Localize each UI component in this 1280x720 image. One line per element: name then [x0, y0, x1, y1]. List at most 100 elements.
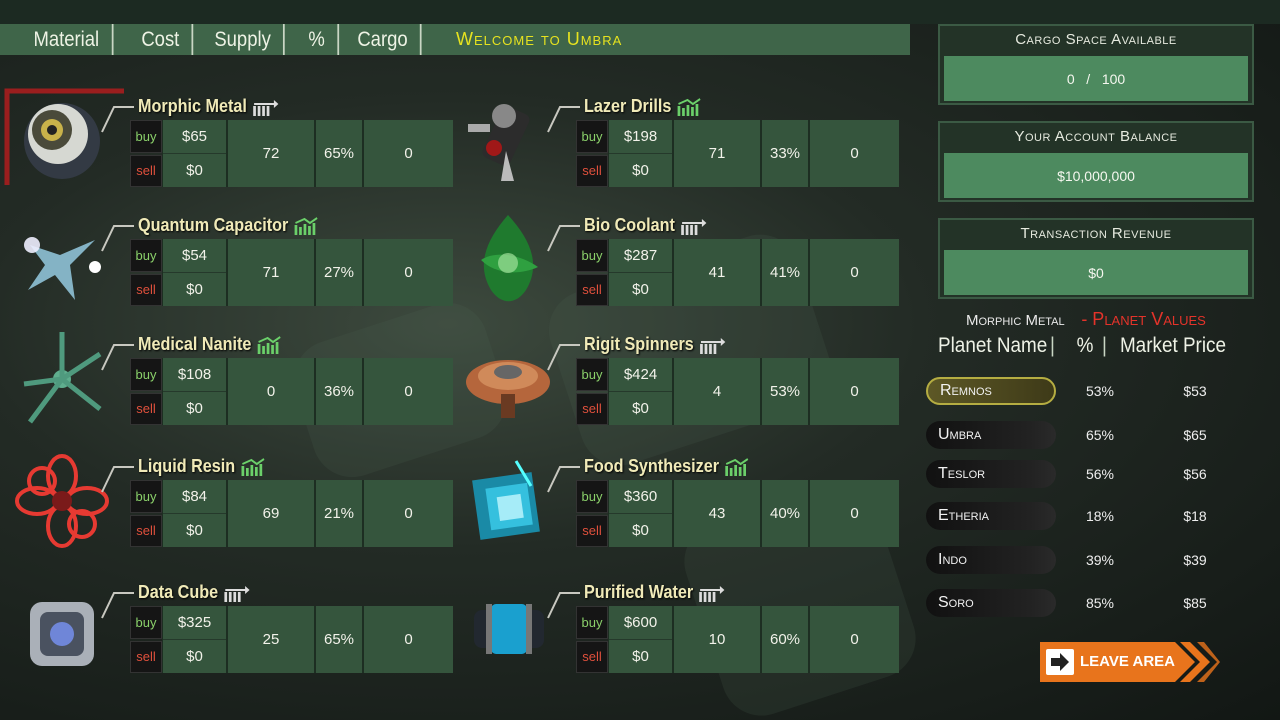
sell-button[interactable]: sell: [576, 640, 608, 673]
planet-name-button[interactable]: Umbra: [926, 421, 1056, 449]
material-row: buy sell $424 $0 4 53% 0: [576, 358, 901, 425]
buy-button[interactable]: buy: [130, 606, 162, 639]
balance-panel: Your Account Balance $10,000,000: [938, 121, 1254, 202]
material-item: Morphic Metal buy sell $65 $0 72 65% 0: [0, 96, 460, 206]
header-supply: Supply: [202, 24, 285, 55]
sell-price: $0: [163, 153, 226, 187]
sell-button[interactable]: sell: [576, 514, 608, 547]
balance-title: Your Account Balance: [1014, 128, 1178, 145]
cargo-value: 0: [808, 606, 899, 673]
sell-button[interactable]: sell: [130, 273, 162, 306]
planet-market-price: $18: [1183, 508, 1207, 524]
material-name: Liquid Resin: [138, 456, 268, 477]
trend-up-icon: [241, 457, 265, 476]
material-row: buy sell $600 $0 10 60% 0: [576, 606, 901, 673]
buy-sell-buttons: buy sell: [576, 606, 608, 673]
buy-button[interactable]: buy: [130, 358, 162, 391]
planet-market-price: $39: [1183, 552, 1207, 568]
planet-row: Remnos 53% $53: [926, 376, 1256, 406]
planet-name-button[interactable]: Remnos: [926, 377, 1056, 405]
material-image-icon: [23, 332, 102, 424]
header-percent: %: [296, 24, 339, 55]
price-cell: $600 $0: [608, 606, 672, 673]
planet-name-button[interactable]: Etheria: [926, 502, 1056, 530]
buy-sell-buttons: buy sell: [576, 120, 608, 187]
buy-button[interactable]: buy: [130, 120, 162, 153]
buy-button[interactable]: buy: [576, 239, 608, 272]
material-item: Medical Nanite buy sell $108 $0 0 36% 0: [0, 332, 460, 444]
material-name: Medical Nanite: [138, 334, 284, 355]
material-image-icon: [24, 237, 101, 300]
supply-value: 71: [226, 239, 314, 306]
buy-sell-buttons: buy sell: [576, 358, 608, 425]
price-cell: $325 $0: [162, 606, 226, 673]
price-cell: $54 $0: [162, 239, 226, 306]
sell-price: $0: [163, 639, 226, 673]
cargo-value: 0: [808, 480, 899, 547]
trend-flat-icon: [253, 99, 279, 116]
supply-value: 10: [672, 606, 760, 673]
sell-button[interactable]: sell: [576, 273, 608, 306]
buy-price: $108: [177, 366, 212, 383]
planet-col-price: Market Price: [1119, 334, 1227, 357]
sell-button[interactable]: sell: [130, 154, 162, 187]
material-row: buy sell $54 $0 71 27% 0: [130, 239, 455, 306]
material-name-text: Rigit Spinners: [584, 334, 694, 354]
planet-percent: 56%: [1085, 466, 1115, 482]
price-cell: $287 $0: [608, 239, 672, 306]
cargo-title: Cargo Space Available: [1015, 31, 1177, 48]
material-item: Bio Coolant buy sell $287 $0 41 41% 0: [446, 215, 906, 325]
sell-button[interactable]: sell: [130, 514, 162, 547]
planet-name-button[interactable]: Soro: [926, 589, 1056, 617]
buy-sell-buttons: buy sell: [576, 239, 608, 306]
trend-flat-icon: [681, 218, 707, 235]
supply-value: 4: [672, 358, 760, 425]
cargo-value: 0: [808, 358, 899, 425]
material-name-text: Data Cube: [138, 582, 219, 602]
planet-values-material: Morphic Metal: [966, 312, 1065, 329]
material-image-icon: [15, 454, 109, 548]
buy-sell-buttons: buy sell: [130, 606, 162, 673]
buy-button[interactable]: buy: [130, 480, 162, 513]
percent-value: 65%: [314, 606, 362, 673]
planet-columns-header: Planet Name | % | Market Price: [938, 334, 1226, 358]
buy-button[interactable]: buy: [576, 120, 608, 153]
sell-button[interactable]: sell: [576, 392, 608, 425]
percent-value: 36%: [314, 358, 362, 425]
material-name-text: Liquid Resin: [138, 456, 236, 476]
trend-flat-icon: [224, 585, 250, 602]
planet-name-button[interactable]: Indo: [926, 546, 1056, 574]
material-image-icon: [30, 602, 94, 666]
supply-value: 69: [226, 480, 314, 547]
buy-button[interactable]: buy: [130, 239, 162, 272]
material-image-icon: [481, 215, 538, 302]
planet-market-price: $65: [1183, 427, 1207, 443]
material-name: Bio Coolant: [584, 215, 707, 236]
header-material: Material: [0, 24, 114, 55]
planet-percent: 65%: [1085, 427, 1115, 443]
sell-button[interactable]: sell: [576, 154, 608, 187]
material-name-text: Purified Water: [584, 582, 694, 602]
leave-area-button[interactable]: LEAVE AREA: [1040, 642, 1220, 682]
planet-name-button[interactable]: Teslor: [926, 460, 1056, 488]
trend-up-icon: [725, 457, 749, 476]
buy-button[interactable]: buy: [576, 358, 608, 391]
material-name-text: Food Synthesizer: [584, 456, 720, 476]
material-row: buy sell $325 $0 25 65% 0: [130, 606, 455, 673]
percent-value: 21%: [314, 480, 362, 547]
buy-price: $84: [181, 488, 208, 505]
planet-percent: 85%: [1085, 595, 1115, 611]
planet-market-price: $56: [1183, 466, 1207, 482]
price-cell: $360 $0: [608, 480, 672, 547]
sell-button[interactable]: sell: [130, 640, 162, 673]
buy-button[interactable]: buy: [576, 606, 608, 639]
price-cell: $424 $0: [608, 358, 672, 425]
material-item: Rigit Spinners buy sell $424 $0 4 53% 0: [446, 334, 906, 444]
buy-button[interactable]: buy: [576, 480, 608, 513]
material-row: buy sell $287 $0 41 41% 0: [576, 239, 901, 306]
sell-button[interactable]: sell: [130, 392, 162, 425]
percent-value: 53%: [760, 358, 808, 425]
material-name: Lazer Drills: [584, 96, 704, 117]
percent-value: 65%: [314, 120, 362, 187]
material-row: buy sell $360 $0 43 40% 0: [576, 480, 901, 547]
